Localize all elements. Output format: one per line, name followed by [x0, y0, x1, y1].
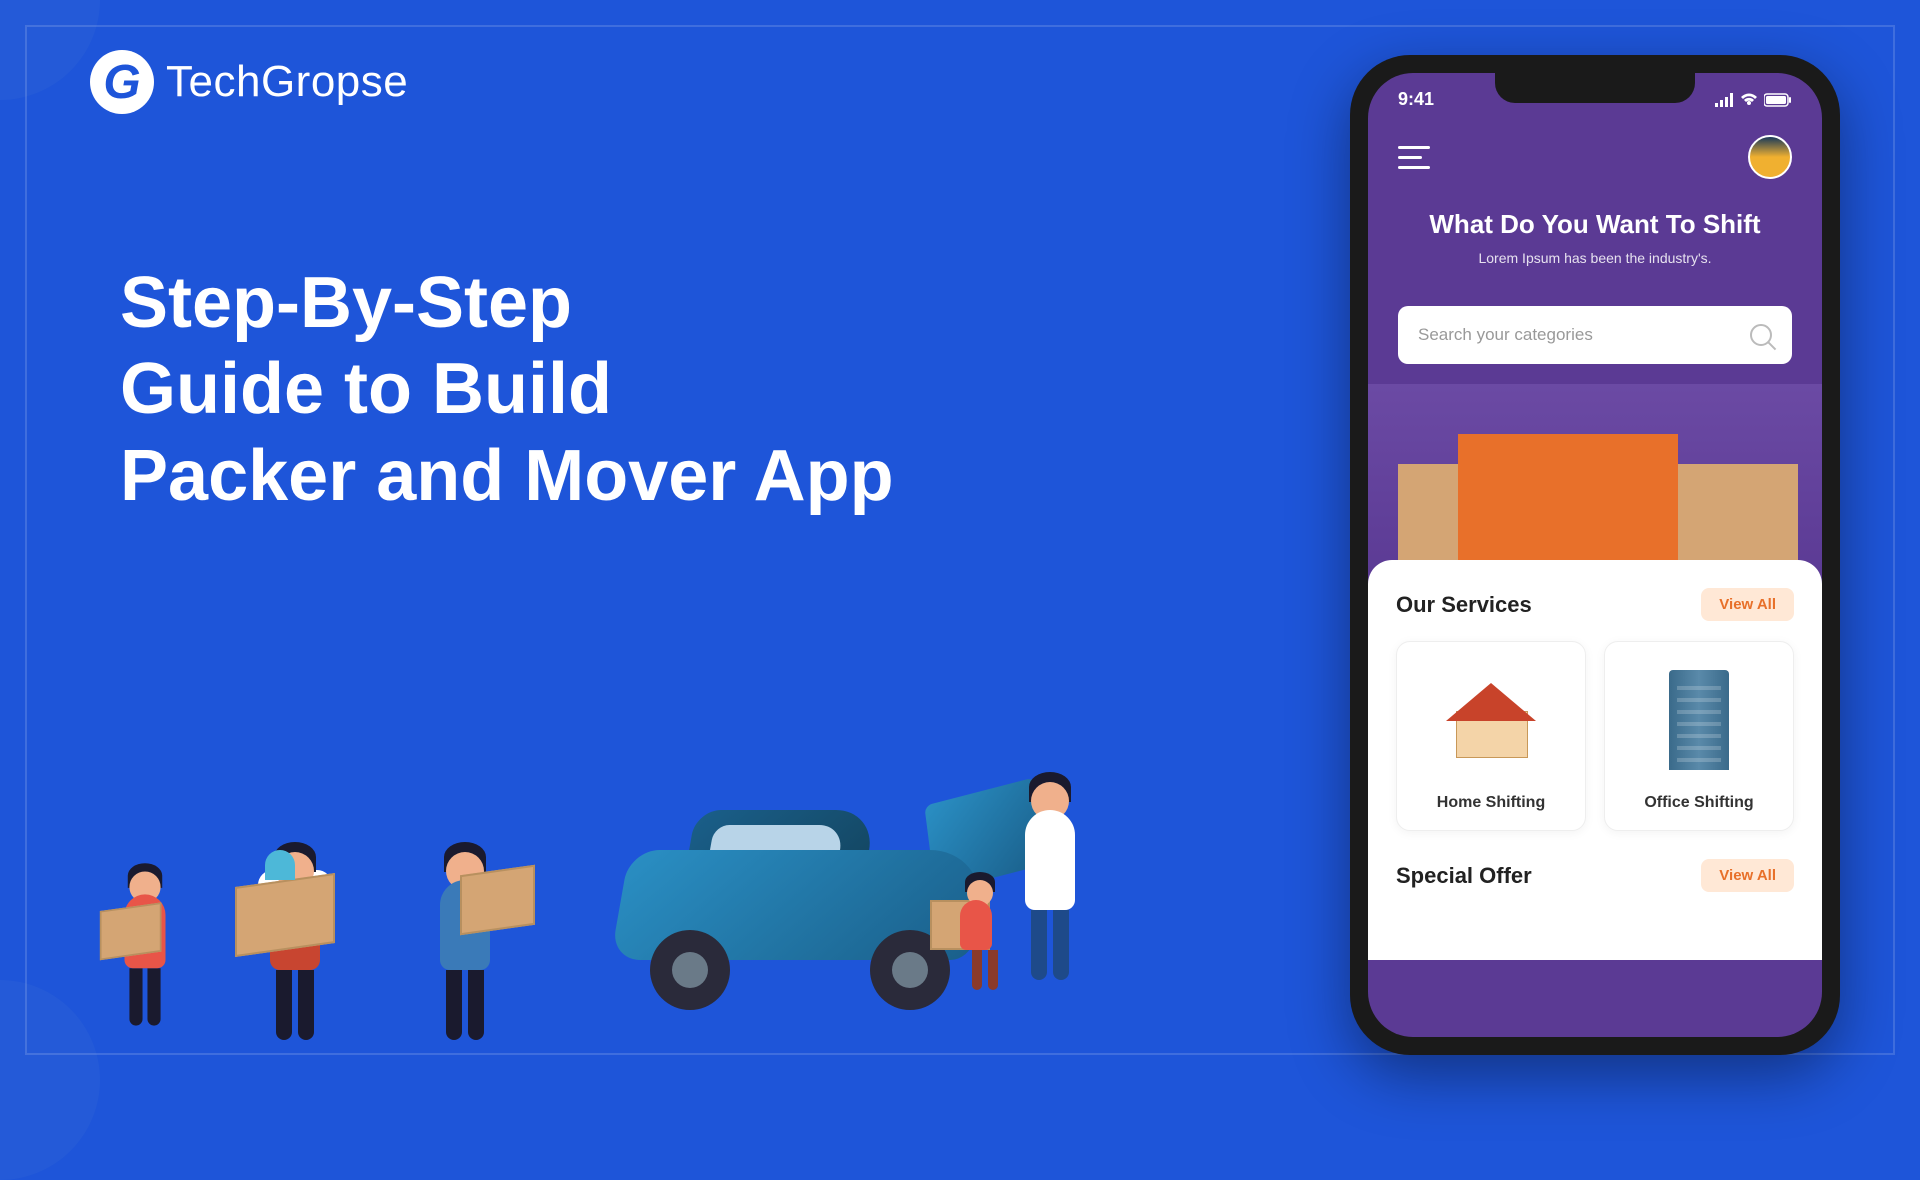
bg-accent-top-left [0, 0, 100, 100]
movers-illustration [100, 570, 1200, 1040]
person-carrying-box-3 [440, 880, 490, 1040]
services-view-all[interactable]: View All [1701, 588, 1794, 621]
bg-accent-bottom-left [0, 980, 100, 1180]
app-header [1368, 110, 1822, 189]
service-card-home[interactable]: Home Shifting [1396, 641, 1586, 831]
phone-screen: 9:41 What Do You Want To Shift Lorem Ips… [1368, 73, 1822, 1037]
app-content: Our Services View All Home Shifting Offi… [1368, 560, 1822, 960]
person-carrying-box-1 [125, 894, 166, 1025]
brand-name: TechGropse [166, 57, 408, 107]
status-icons [1714, 89, 1792, 110]
service-label-home: Home Shifting [1409, 794, 1573, 812]
phone-notch [1495, 73, 1695, 103]
phone-mockup: 9:41 What Do You Want To Shift Lorem Ips… [1350, 55, 1840, 1055]
wifi-icon [1740, 93, 1758, 107]
status-time: 9:41 [1398, 89, 1434, 110]
hero-subtitle: Lorem Ipsum has been the industry's. [1398, 250, 1792, 266]
battery-icon [1764, 93, 1792, 107]
heading-line-1: Step-By-Step [120, 263, 572, 343]
child-figure [960, 900, 1000, 1010]
service-label-office: Office Shifting [1617, 794, 1781, 812]
service-card-office[interactable]: Office Shifting [1604, 641, 1794, 831]
services-title: Our Services [1396, 592, 1532, 618]
home-shifting-icon [1409, 660, 1573, 780]
offers-view-all[interactable]: View All [1701, 859, 1794, 892]
search-input[interactable]: Search your categories [1398, 306, 1792, 364]
search-icon [1750, 324, 1772, 346]
services-grid: Home Shifting Office Shifting [1396, 641, 1794, 831]
car-illustration [620, 770, 1060, 1010]
services-section-header: Our Services View All [1396, 588, 1794, 621]
menu-icon[interactable] [1398, 146, 1430, 169]
signal-icon [1714, 93, 1734, 107]
offers-section-header: Special Offer View All [1396, 859, 1794, 892]
person-carrying-box-2 [270, 880, 320, 1040]
search-placeholder: Search your categories [1418, 325, 1593, 345]
main-heading: Step-By-Step Guide to Build Packer and M… [120, 260, 894, 519]
offers-title: Special Offer [1396, 863, 1532, 889]
brand-logo: G TechGropse [90, 50, 408, 114]
avatar[interactable] [1748, 135, 1792, 179]
hero-title: What Do You Want To Shift [1398, 209, 1792, 240]
person-loading-car [1010, 810, 1090, 1010]
heading-line-2: Guide to Build [120, 349, 612, 429]
app-hero-illustration [1368, 384, 1822, 584]
office-shifting-icon [1617, 660, 1781, 780]
logo-icon: G [90, 50, 154, 114]
heading-line-3: Packer and Mover App [120, 436, 894, 516]
app-hero: What Do You Want To Shift Lorem Ipsum ha… [1368, 189, 1822, 286]
